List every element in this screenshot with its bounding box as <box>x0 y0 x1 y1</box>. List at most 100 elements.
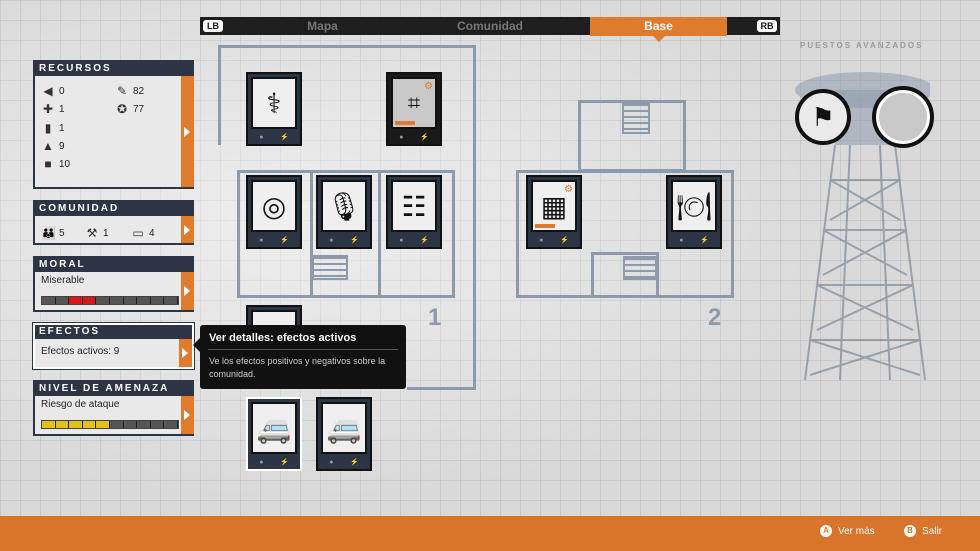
influence-icon: ✎ <box>116 84 128 98</box>
build-gear-icon: ⚙ <box>424 81 433 92</box>
meter-segment <box>42 297 56 304</box>
hint-ver-mas[interactable]: A Ver más <box>820 525 875 537</box>
meter-segment <box>42 421 56 428</box>
ammo-value: 1 <box>59 122 65 134</box>
meter-segment <box>69 297 83 304</box>
meter-segment <box>123 297 138 304</box>
panel-moral[interactable]: MORAL Miserable <box>33 256 194 312</box>
chevron-right-icon <box>181 76 194 187</box>
workers-icon: ⚒ <box>86 226 98 240</box>
medicine-icon: ✚ <box>42 102 54 116</box>
bunk-bed-icon: ☷ <box>401 190 427 222</box>
panel-comunidad[interactable]: COMUNIDAD 👪 5 ⚒ 1 ▭ 4 <box>33 200 194 245</box>
chevron-right-icon <box>181 272 194 310</box>
influence-value: 82 <box>133 85 145 97</box>
build-progress-bar <box>395 121 415 125</box>
outpost-flag-button[interactable]: ⚑ <box>795 89 851 145</box>
prestige-icon: ✪ <box>116 102 128 116</box>
plate-icon: 🍽 <box>676 190 712 222</box>
site-2-number: 2 <box>708 304 722 331</box>
food-icon: ◀ <box>43 84 53 98</box>
vehicle-card-2[interactable]: 🚐 ● ⚡ <box>316 397 372 471</box>
meter-segment <box>164 421 178 428</box>
vehicle-icon: 🚐 <box>326 412 362 444</box>
a-button-icon: A <box>820 525 832 537</box>
beds-icon: ▭ <box>132 226 144 240</box>
ammo-icon: ▮ <box>44 121 52 135</box>
tooltip-efectos: Ver detalles: efectos activos Ve los efe… <box>193 325 406 389</box>
tab-comunidad[interactable]: Comunidad <box>420 17 560 35</box>
meter-segment <box>69 421 83 428</box>
water-icon: ● <box>259 133 264 141</box>
meter-segment <box>137 421 151 428</box>
rb-bumper-hint[interactable]: RB <box>757 20 777 32</box>
panel-nivel-de-amenaza[interactable]: NIVEL DE AMENAZA Riesgo de ataque <box>33 380 194 436</box>
hint-salir[interactable]: B Salir <box>904 525 942 537</box>
facility-card-kitchen[interactable]: ◎ ● ⚡ <box>246 175 302 249</box>
facility-card-empty-lot[interactable]: ⌗ ⚙ ● ⚡ <box>386 72 442 146</box>
prestige-value: 77 <box>133 103 145 115</box>
stethoscope-icon: ⚕ <box>266 87 282 119</box>
panel-efectos[interactable]: EFECTOS Efectos activos: 9 <box>33 323 194 369</box>
vehicle-icon: 🚐 <box>256 412 292 444</box>
food-value: 0 <box>59 85 65 97</box>
microphone-icon: 🎙 <box>326 190 362 222</box>
tab-mapa[interactable]: Mapa <box>250 17 395 35</box>
cracked-ground-icon: ⌗ <box>407 90 421 115</box>
materials-value: 9 <box>59 140 65 152</box>
facility-card-medical[interactable]: ⚕ ● ⚡ <box>246 72 302 146</box>
build-gear-icon: ⚙ <box>564 184 573 195</box>
bottom-hint-bar: A Ver más B Salir <box>0 516 980 551</box>
meter-segment <box>96 297 110 304</box>
build-progress-bar <box>535 224 555 228</box>
panel-comunidad-title: COMUNIDAD <box>35 202 194 216</box>
meter-segment <box>82 421 97 428</box>
workers-value: 1 <box>103 227 109 239</box>
facility-card-workshop[interactable]: ▦ ⚙ ● ⚡ <box>526 175 582 249</box>
tab-base[interactable]: Base <box>590 17 727 42</box>
stove-icon: ◎ <box>261 190 287 222</box>
materials-icon: ▲ <box>42 139 54 153</box>
meter-segment <box>109 421 124 428</box>
hint-salir-label: Salir <box>922 525 943 537</box>
meter-segment <box>150 421 165 428</box>
meter-segment <box>137 297 151 304</box>
panel-amenaza-title: NIVEL DE AMENAZA <box>35 382 194 396</box>
facility-card-bunks[interactable]: ☷ ● ⚡ <box>386 175 442 249</box>
moral-meter <box>41 296 179 305</box>
chevron-right-icon <box>181 216 194 243</box>
amenaza-status: Riesgo de ataque <box>41 399 120 410</box>
facility-card-radio[interactable]: 🎙 ● ⚡ <box>316 175 372 249</box>
site-1-number: 1 <box>428 304 442 331</box>
fuel-value: 10 <box>59 158 71 170</box>
tooltip-title: Ver detalles: efectos activos <box>209 332 357 344</box>
outpost-empty-slot[interactable] <box>872 86 934 148</box>
meter-segment <box>96 421 110 428</box>
hint-ver-mas-label: Ver más <box>838 525 875 537</box>
meter-segment <box>109 297 124 304</box>
b-button-icon: B <box>904 525 916 537</box>
vehicle-card-1[interactable]: 🚐 ● ⚡ <box>246 397 302 471</box>
meter-segment <box>123 421 138 428</box>
efectos-value: Efectos activos: 9 <box>41 346 120 357</box>
medicine-value: 1 <box>59 103 65 115</box>
top-navigation-bar: LB Mapa Comunidad Base RB <box>0 0 980 42</box>
facility-card-dining[interactable]: 🍽 ● ⚡ <box>666 175 722 249</box>
survivors-value: 5 <box>59 227 65 239</box>
beds-value: 4 <box>149 227 155 239</box>
panel-recursos-title: RECURSOS <box>35 62 194 76</box>
power-icon: ⚡ <box>280 134 289 141</box>
threat-meter <box>41 420 179 429</box>
flag-icon: ⚑ <box>811 101 835 132</box>
lb-bumper-hint[interactable]: LB <box>203 20 223 32</box>
chevron-right-icon <box>181 396 194 434</box>
fuel-icon: ■ <box>44 157 52 171</box>
survivors-icon: 👪 <box>41 226 56 240</box>
panel-efectos-title: EFECTOS <box>35 325 192 339</box>
meter-segment <box>82 297 97 304</box>
panel-moral-title: MORAL <box>35 258 194 272</box>
moral-status: Miserable <box>41 275 85 286</box>
panel-recursos[interactable]: RECURSOS ◀ 0 ✚ 1 ▮ 1 ▲ 9 ■ 10 ✎ 82 ✪ 77 <box>33 60 194 189</box>
meter-segment <box>55 297 70 304</box>
chevron-right-icon <box>179 339 192 367</box>
